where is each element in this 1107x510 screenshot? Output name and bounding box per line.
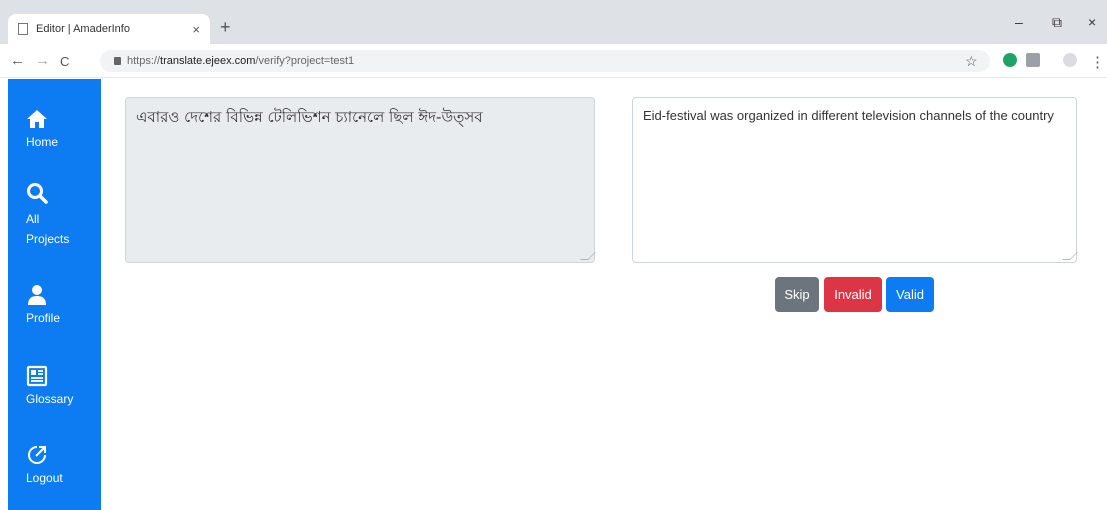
- url-bar[interactable]: https://translate.ejeex.com/verify?proje…: [100, 50, 990, 72]
- minimize-button[interactable]: –: [1015, 14, 1023, 30]
- window-close-button[interactable]: ×: [1088, 14, 1096, 30]
- search-icon: [27, 183, 48, 204]
- newspaper-icon: [26, 365, 48, 387]
- sidebar-item-label: Logout: [26, 471, 63, 485]
- restore-button[interactable]: ⧉: [1052, 14, 1062, 31]
- external-link-icon: [28, 446, 46, 464]
- source-text-area: এবারও দেশের বিভিন্ন টেলিভিশন চ্যানেলে ছি…: [125, 97, 596, 263]
- tab-close-icon[interactable]: ×: [192, 22, 200, 37]
- browser-tab[interactable]: Editor | AmaderInfo ×: [8, 14, 210, 44]
- bookmark-star-icon[interactable]: ☆: [965, 53, 978, 70]
- browser-menu-icon[interactable]: ⋮: [1090, 53, 1105, 71]
- source-text: এবারও দেশের বিভিন্ন টেলিভিশন চ্যানেলে ছি…: [136, 108, 483, 126]
- new-tab-button[interactable]: +: [220, 17, 231, 38]
- sidebar-item-label: Profile: [26, 311, 61, 325]
- resize-grip-icon[interactable]: [580, 252, 596, 260]
- translation-text: Eid-festival was organized in different …: [643, 108, 1054, 123]
- profile-avatar-icon[interactable]: [1063, 53, 1077, 67]
- grammarly-extension-icon[interactable]: [1003, 53, 1017, 67]
- sidebar-item-label: Home: [26, 135, 59, 149]
- translation-text-area[interactable]: Eid-festival was organized in different …: [632, 97, 1078, 263]
- resize-grip-icon[interactable]: [1062, 252, 1078, 260]
- back-arrow-icon[interactable]: ←: [10, 52, 25, 69]
- browser-toolbar: ← → C https://translate.ejeex.com/verify…: [0, 44, 1107, 78]
- sidebar-item-profile[interactable]: Profile: [8, 282, 101, 325]
- url-path: /verify?project=test1: [255, 55, 355, 67]
- valid-button[interactable]: Valid: [886, 277, 934, 312]
- tab-title: Editor | AmaderInfo: [36, 23, 130, 35]
- reload-icon[interactable]: C: [60, 54, 69, 69]
- sidebar-item-home[interactable]: Home: [8, 106, 101, 149]
- sidebar-item-logout[interactable]: Logout: [8, 442, 101, 485]
- sidebar-item-all-projects[interactable]: All Projects: [8, 180, 101, 249]
- sidebar: Home All Projects Profile Glossary Logou…: [8, 79, 101, 510]
- facebook-extension-icon[interactable]: [1026, 53, 1040, 67]
- skip-button[interactable]: Skip: [775, 277, 819, 312]
- home-icon: [27, 110, 47, 128]
- url-host: translate.ejeex.com: [160, 55, 256, 67]
- user-icon: [28, 285, 46, 305]
- browser-tab-strip: Editor | AmaderInfo × + – ⧉ ×: [0, 0, 1107, 44]
- page-icon: [18, 23, 28, 35]
- sidebar-item-label: Glossary: [26, 392, 74, 406]
- sidebar-item-label: All Projects: [26, 212, 70, 246]
- invalid-button[interactable]: Invalid: [824, 277, 882, 312]
- url-scheme: https://: [127, 55, 161, 67]
- forward-arrow-icon[interactable]: →: [35, 52, 50, 69]
- lock-icon: [114, 57, 121, 65]
- sidebar-item-glossary[interactable]: Glossary: [8, 363, 101, 406]
